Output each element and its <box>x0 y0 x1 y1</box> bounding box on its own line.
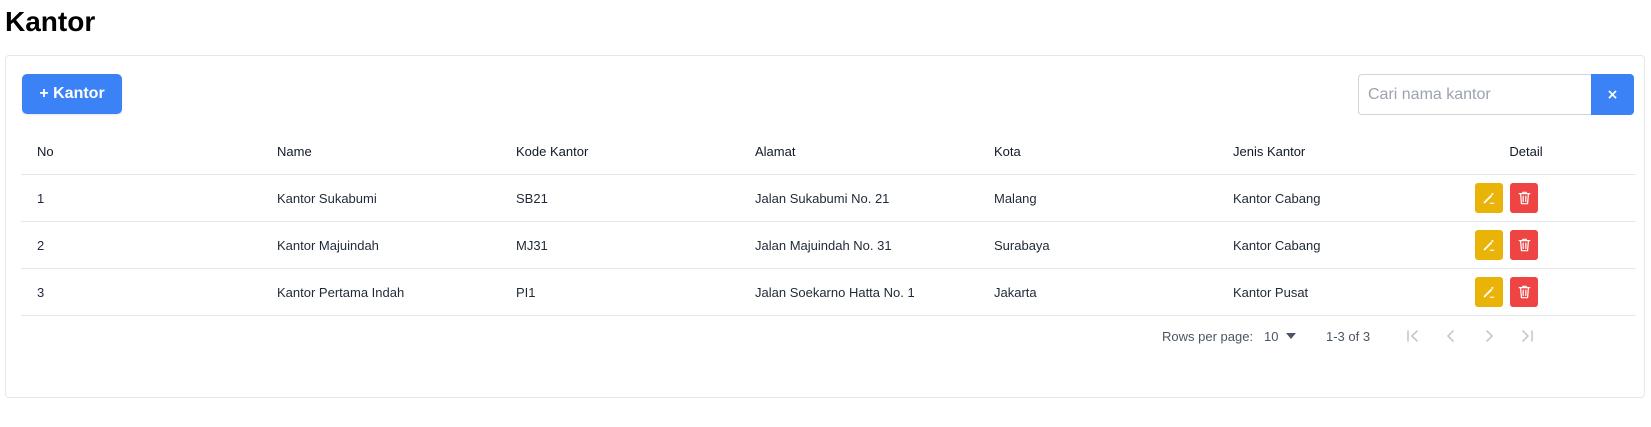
offices-card: + Kantor × No Name Kode Kantor Alamat Ko… <box>5 55 1645 398</box>
clear-search-button[interactable]: × <box>1591 74 1634 115</box>
header-alamat[interactable]: Alamat <box>755 128 795 174</box>
header-jenis-kantor[interactable]: Jenis Kantor <box>1233 128 1305 174</box>
cell-kode-kantor: SB21 <box>516 190 548 206</box>
rows-per-page-label: Rows per page: <box>1162 328 1254 344</box>
trash-icon <box>1518 285 1530 299</box>
add-kantor-button[interactable]: + Kantor <box>22 74 122 114</box>
rows-per-page-value: 10 <box>1264 328 1279 344</box>
row-actions <box>1475 175 1538 221</box>
chevron-left-icon <box>1447 330 1454 342</box>
cell-jenis-kantor: Kantor Cabang <box>1233 237 1321 253</box>
first-page-icon <box>1407 330 1418 342</box>
close-icon: × <box>1606 86 1619 103</box>
cell-jenis-kantor: Kantor Cabang <box>1233 190 1321 206</box>
cell-no: 2 <box>37 237 45 253</box>
last-page-button[interactable] <box>1515 324 1539 348</box>
header-no[interactable]: No <box>37 128 54 174</box>
cell-alamat: Jalan Soekarno Hatta No. 1 <box>755 284 915 300</box>
trash-icon <box>1518 238 1530 252</box>
trash-icon <box>1518 191 1530 205</box>
header-name[interactable]: Name <box>277 128 312 174</box>
edit-button[interactable] <box>1475 230 1503 260</box>
edit-button[interactable] <box>1475 277 1503 307</box>
edit-icon <box>1483 192 1495 204</box>
header-kode-kantor[interactable]: Kode Kantor <box>516 128 588 174</box>
pagination-nav <box>1401 314 1539 358</box>
cell-alamat: Jalan Sukabumi No. 21 <box>755 190 890 206</box>
next-page-button[interactable] <box>1477 324 1501 348</box>
offices-table: No Name Kode Kantor Alamat Kota Jenis Ka… <box>21 128 1636 316</box>
cell-kota: Surabaya <box>994 237 1050 253</box>
cell-alamat: Jalan Majuindah No. 31 <box>755 237 892 253</box>
table-header-row: No Name Kode Kantor Alamat Kota Jenis Ka… <box>21 128 1636 175</box>
cell-no: 1 <box>37 190 45 206</box>
pagination-range: 1-3 of 3 <box>1326 328 1371 344</box>
chevron-right-icon <box>1486 330 1493 342</box>
cell-kode-kantor: PI1 <box>516 284 536 300</box>
cell-kode-kantor: MJ31 <box>516 237 548 253</box>
cell-name: Kantor Pertama Indah <box>277 284 405 300</box>
caret-down-icon <box>1286 333 1297 339</box>
edit-button[interactable] <box>1475 183 1503 213</box>
last-page-icon <box>1522 330 1533 342</box>
cell-no: 3 <box>37 284 45 300</box>
delete-button[interactable] <box>1510 183 1538 213</box>
delete-button[interactable] <box>1510 277 1538 307</box>
row-actions <box>1475 269 1538 315</box>
table-row: 2 Kantor Majuindah MJ31 Jalan Majuindah … <box>21 222 1636 269</box>
rows-per-page-select[interactable]: 10 <box>1264 314 1297 358</box>
delete-button[interactable] <box>1510 230 1538 260</box>
pagination-bar: Rows per page: 10 1-3 of 3 <box>21 314 1636 358</box>
cell-name: Kantor Majuindah <box>277 237 379 253</box>
header-kota[interactable]: Kota <box>994 128 1021 174</box>
cell-kota: Jakarta <box>994 284 1037 300</box>
table-row: 3 Kantor Pertama Indah PI1 Jalan Soekarn… <box>21 269 1636 316</box>
edit-icon <box>1483 286 1495 298</box>
header-detail: Detail <box>1509 143 1543 159</box>
cell-kota: Malang <box>994 190 1037 206</box>
edit-icon <box>1483 239 1495 251</box>
search-bar: × <box>1358 74 1634 115</box>
first-page-button[interactable] <box>1401 324 1425 348</box>
search-input[interactable] <box>1358 74 1591 115</box>
cell-name: Kantor Sukabumi <box>277 190 377 206</box>
cell-jenis-kantor: Kantor Pusat <box>1233 284 1309 300</box>
table-row: 1 Kantor Sukabumi SB21 Jalan Sukabumi No… <box>21 175 1636 222</box>
page-title: Kantor <box>5 6 96 37</box>
row-actions <box>1475 222 1538 268</box>
prev-page-button[interactable] <box>1439 324 1463 348</box>
